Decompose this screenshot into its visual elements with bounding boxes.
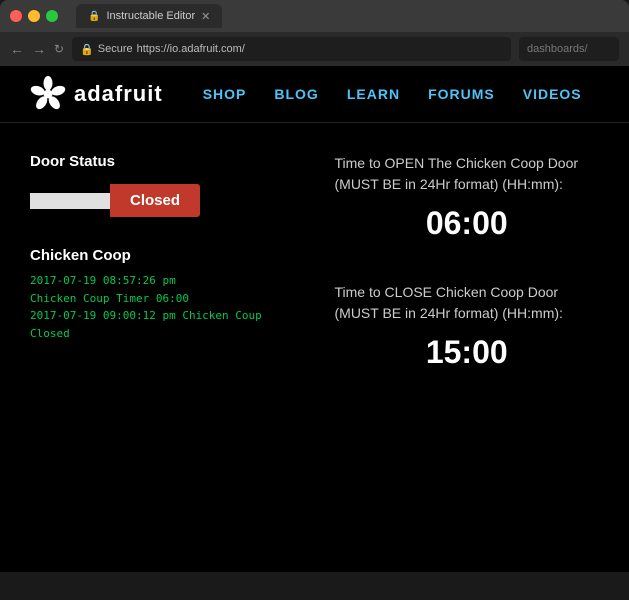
coop-title: Chicken Coop (30, 247, 295, 264)
secure-icon: 🔒 (80, 43, 94, 56)
logo-icon (30, 76, 66, 112)
log-line-1: Chicken Coup Timer 06:00 (30, 290, 295, 308)
log-line-3: Closed (30, 325, 295, 343)
url-right-text: dashboards/ (527, 43, 588, 55)
left-panel: Door Status Closed Chicken Coop 2017-07-… (30, 153, 295, 411)
browser-tab[interactable]: 🔒 Instructable Editor ✕ (76, 4, 222, 28)
close-window-button[interactable] (10, 10, 22, 22)
secure-label: Secure (98, 43, 133, 55)
browser-window: 🔒 Instructable Editor ✕ ← → ↻ 🔒 Secure h… (0, 0, 629, 66)
door-open-button[interactable] (30, 193, 110, 209)
tab-close-icon[interactable]: ✕ (201, 10, 210, 23)
close-time-label: Time to CLOSE Chicken Coop Door (MUST BE… (335, 282, 600, 324)
site-content: adafruit SHOP BLOG LEARN FORUMS VIDEOS D… (0, 66, 629, 572)
nav-learn[interactable]: LEARN (347, 86, 400, 102)
address-bar: ← → ↻ 🔒 Secure https://io.adafruit.com/ … (0, 32, 629, 66)
tab-label: Instructable Editor (106, 10, 195, 22)
url-text: https://io.adafruit.com/ (137, 43, 245, 55)
log-line-2: 2017-07-19 09:00:12 pm Chicken Coup (30, 307, 295, 325)
door-closed-button[interactable]: Closed (110, 184, 200, 217)
title-bar: 🔒 Instructable Editor ✕ (0, 0, 629, 32)
minimize-window-button[interactable] (28, 10, 40, 22)
url-bar-right[interactable]: dashboards/ (519, 37, 619, 61)
right-panel: Time to OPEN The Chicken Coop Door (MUST… (315, 153, 600, 411)
site-header: adafruit SHOP BLOG LEARN FORUMS VIDEOS (0, 66, 629, 123)
door-status-title: Door Status (30, 153, 295, 170)
close-time-value: 15:00 (335, 334, 600, 371)
maximize-window-button[interactable] (46, 10, 58, 22)
open-time-label: Time to OPEN The Chicken Coop Door (MUST… (335, 153, 600, 195)
back-button[interactable]: ← (10, 41, 24, 57)
reload-button[interactable]: ↻ (54, 42, 64, 56)
url-input[interactable]: 🔒 Secure https://io.adafruit.com/ (72, 37, 511, 61)
forward-button[interactable]: → (32, 41, 46, 57)
door-status-control: Closed (30, 184, 295, 217)
tab-favicon-icon: 🔒 (88, 11, 100, 22)
nav-blog[interactable]: BLOG (274, 86, 318, 102)
nav-links: SHOP BLOG LEARN FORUMS VIDEOS (203, 86, 582, 102)
nav-shop[interactable]: SHOP (203, 86, 247, 102)
log-line-0: 2017-07-19 08:57:26 pm (30, 272, 295, 290)
open-time-value: 06:00 (335, 205, 600, 242)
nav-forums[interactable]: FORUMS (428, 86, 495, 102)
nav-videos[interactable]: VIDEOS (523, 86, 582, 102)
coop-log: 2017-07-19 08:57:26 pm Chicken Coup Time… (30, 272, 295, 342)
traffic-lights (10, 10, 58, 22)
logo-text: adafruit (74, 81, 163, 107)
main-content: Door Status Closed Chicken Coop 2017-07-… (0, 123, 629, 441)
logo-area: adafruit (30, 76, 163, 112)
